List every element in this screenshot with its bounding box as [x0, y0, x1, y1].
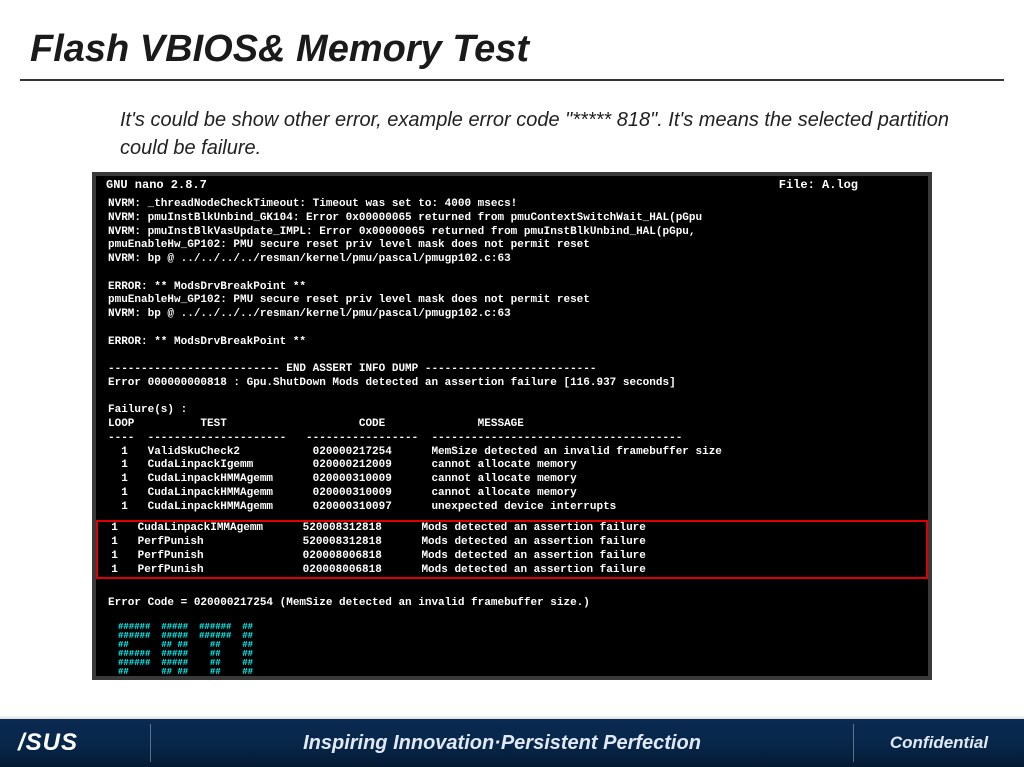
slide: Flash VBIOS& Memory Test It's could be s…	[0, 0, 1024, 767]
footer-confidential: Confidential	[854, 733, 1024, 753]
slide-title: Flash VBIOS& Memory Test	[0, 0, 1024, 79]
footer-tagline: Inspiring Innovation·Persistent Perfecti…	[151, 732, 853, 755]
footer-bar: /SUS Inspiring Innovation·Persistent Per…	[0, 719, 1024, 767]
terminal-app-name: GNU nano 2.8.7	[106, 178, 779, 192]
terminal-file-label: File: A.log	[779, 178, 918, 192]
fail-ascii-art: ###### ##### ###### ## ###### ##### ####…	[96, 617, 928, 680]
terminal-highlighted-rows: 1 CudaLinpackIMMAgemm 520008312818 Mods …	[96, 520, 928, 579]
terminal-error-code-line: Error Code = 020000217254 (MemSize detec…	[96, 579, 928, 617]
terminal-window: GNU nano 2.8.7 File: A.log NVRM: _thread…	[92, 172, 932, 680]
terminal-output-top: NVRM: _threadNodeCheckTimeout: Timeout w…	[96, 194, 928, 520]
asus-logo: /SUS	[0, 729, 150, 757]
slide-subtitle: It's could be show other error, example …	[0, 81, 1024, 162]
terminal-header: GNU nano 2.8.7 File: A.log	[96, 176, 928, 194]
